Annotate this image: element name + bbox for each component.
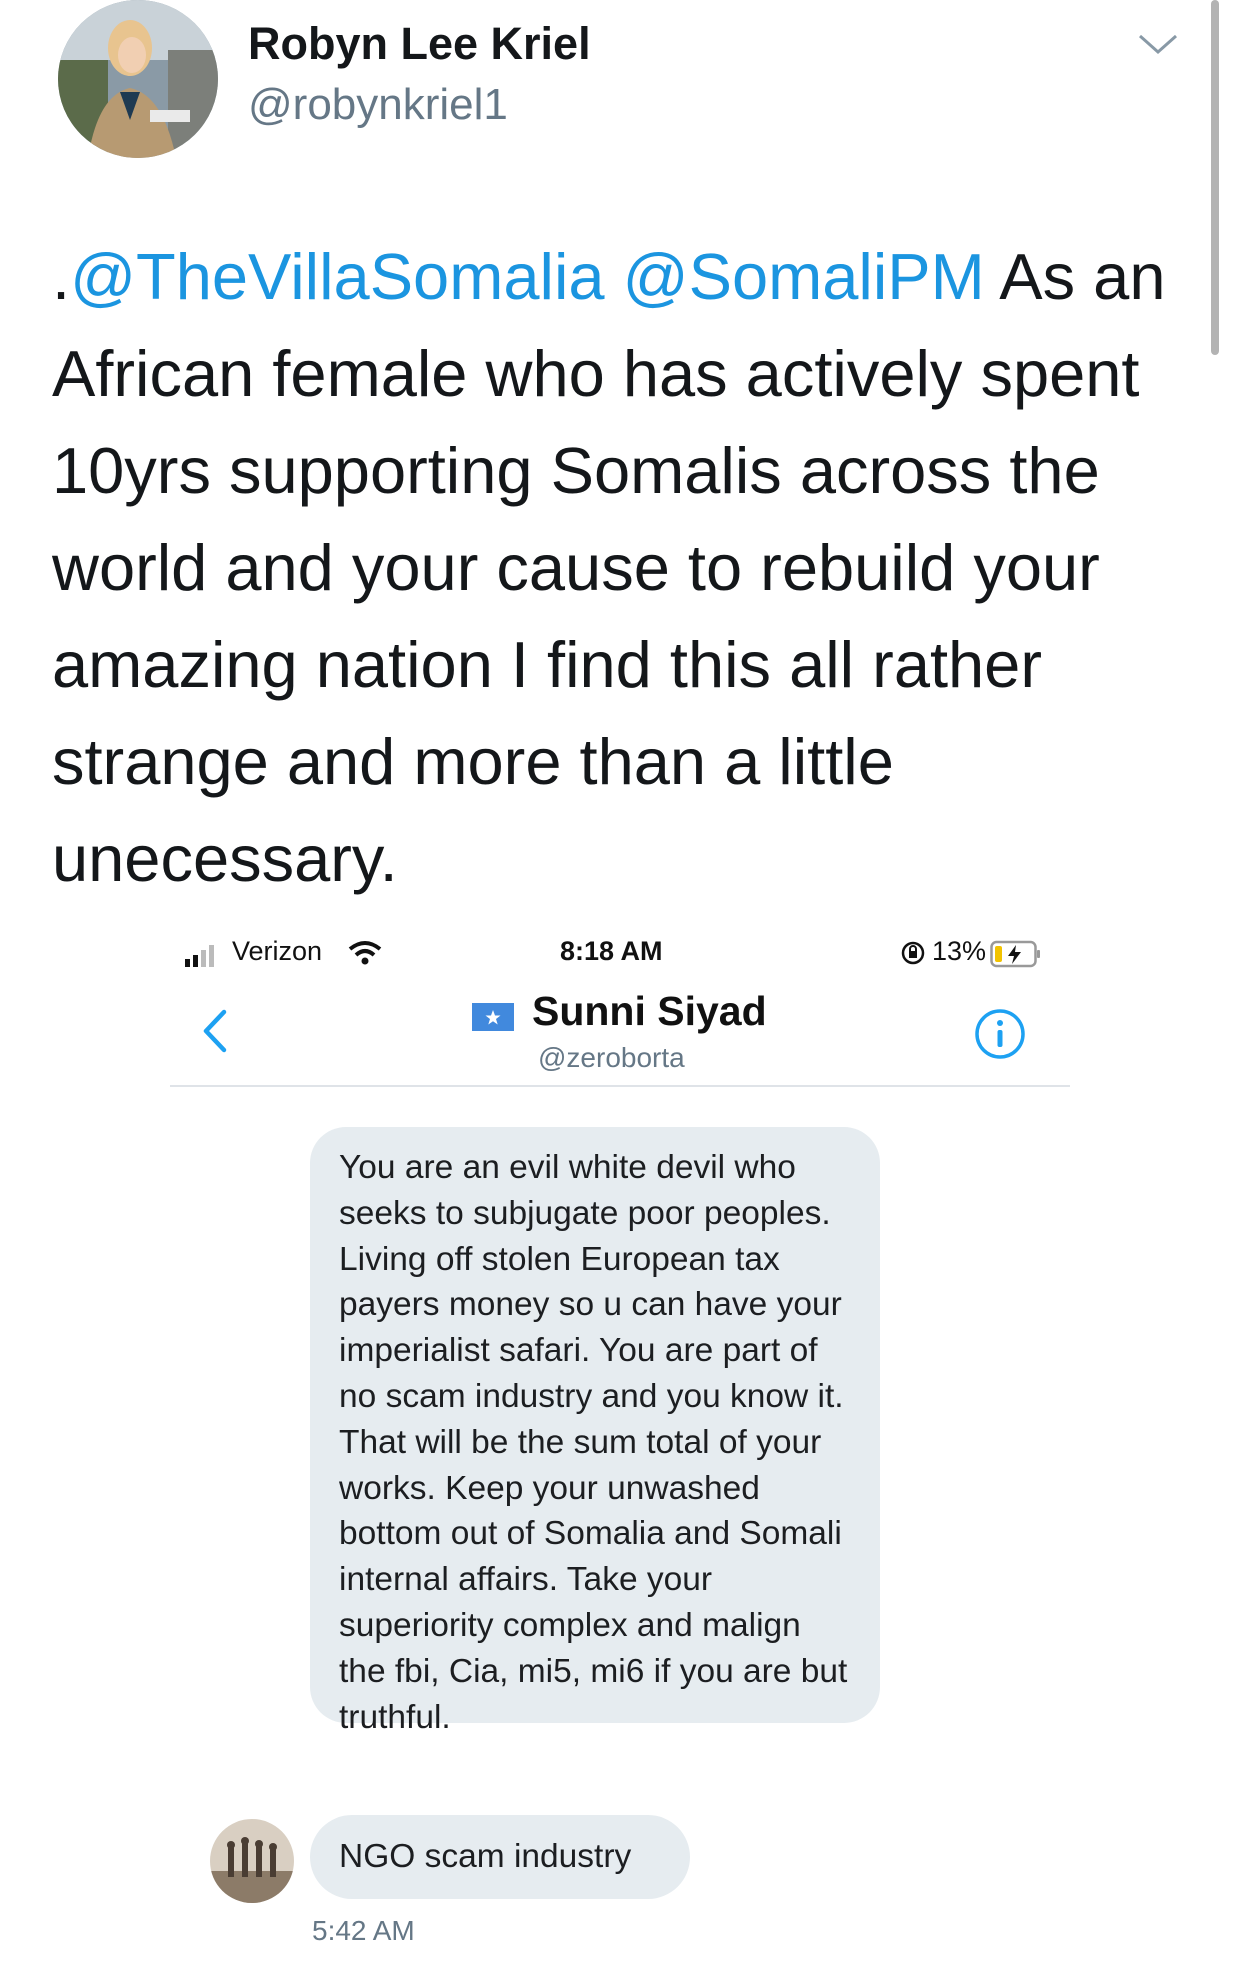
tweet-text: .@TheVillaSomalia @SomaliPM As an Africa… [52,240,1166,895]
author-name[interactable]: Robyn Lee Kriel [248,18,591,70]
scrollbar[interactable] [1211,0,1219,355]
message-timestamp: 5:42 AM [312,1915,415,1946]
back-chevron-icon[interactable] [200,1008,230,1054]
mention-link[interactable]: @TheVillaSomalia [70,240,604,313]
mention-link[interactable]: @SomaliPM [623,240,985,313]
status-bar: Verizon 8:18 AM 13% [170,930,1070,980]
author-handle[interactable]: @robynkriel1 [248,80,508,130]
message-bubble[interactable]: You are an evil white devil who seeks to… [310,1127,880,1736]
battery-percent: 13% [932,936,987,966]
message-bubble[interactable]: NGO scam industry [310,1815,690,1899]
chevron-down-icon[interactable] [1136,30,1180,58]
battery-charging-icon [990,940,1040,968]
author-avatar[interactable] [58,0,218,158]
rotation-lock-icon [901,941,925,965]
embedded-screenshot[interactable]: Verizon 8:18 AM 13% Sunni Siyad @zerobor… [170,930,1070,1946]
wifi-icon [348,941,382,965]
info-icon[interactable] [974,1008,1026,1060]
status-time: 8:18 AM [560,936,663,966]
header-divider [170,1085,1070,1087]
carrier-label: Verizon [232,936,323,966]
contact-handle: @zeroborta [538,1042,685,1073]
somalia-flag-icon [472,1003,514,1031]
contact-name: Sunni Siyad [532,988,767,1034]
sender-avatar[interactable] [210,1819,294,1903]
signal-icon [185,945,214,967]
tweet-body: As an African female who has actively sp… [52,240,1166,895]
